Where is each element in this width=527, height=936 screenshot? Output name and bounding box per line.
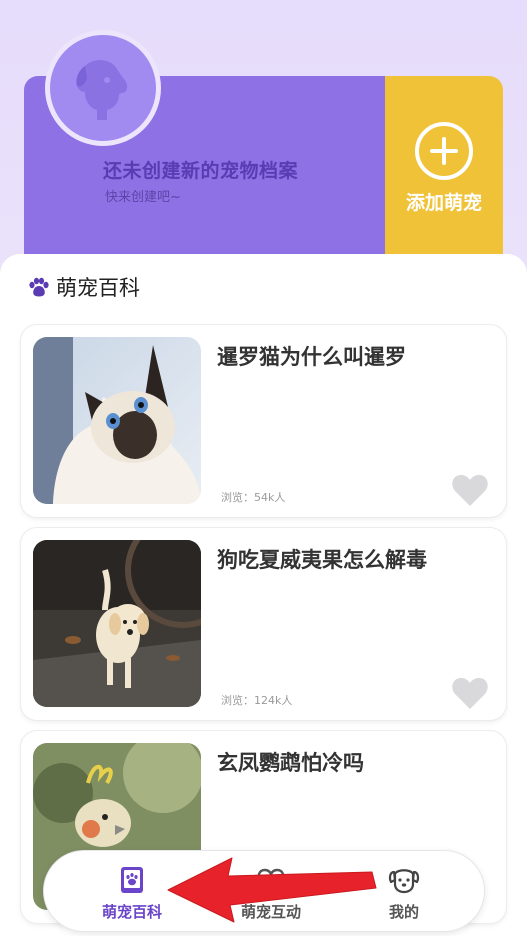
heart-icon[interactable] [451,473,489,507]
heart-icon[interactable] [451,676,489,710]
dog-silhouette-icon [76,60,128,120]
plus-circle-icon [415,122,473,180]
profile-empty-title: 还未创建新的宠物档案 [103,160,299,182]
nav-tab-interaction[interactable]: 萌宠互动 [211,865,331,922]
section-header: 萌宠百科 [28,272,140,302]
encyclopedia-panel: 萌宠百科 暹罗猫为什么叫暹罗 浏览：54k人 狗吃夏威夷果怎么解毒 浏览：124… [0,254,527,936]
nav-label-interaction: 萌宠互动 [240,903,301,921]
nav-label-mine: 我的 [388,903,419,921]
article-title: 玄凤鹦鹉怕冷吗 [217,751,364,775]
article-title: 暹罗猫为什么叫暹罗 [217,345,406,369]
dog-face-icon [388,869,420,894]
add-pet-label: 添加萌宠 [405,192,482,214]
article-title: 狗吃夏威夷果怎么解毒 [217,548,427,572]
article-card[interactable]: 狗吃夏威夷果怎么解毒 浏览：124k人 [21,528,506,720]
article-views: 浏览：54k人 [221,491,286,504]
siamese-cat-image [33,337,201,504]
app-screen: 还未创建新的宠物档案 快来创建吧~ 添加萌宠 萌宠百科 暹罗猫为什么叫暹罗 浏览… [0,0,527,936]
paw-icon [29,277,49,297]
profile-empty-subtitle: 快来创建吧~ [105,190,181,205]
nav-tab-mine[interactable]: 我的 [344,865,464,922]
bottom-nav-bar: 萌宠百科 萌宠互动 我的 [44,851,484,931]
add-pet-button[interactable]: 添加萌宠 [385,76,503,276]
pet-avatar[interactable] [45,30,161,146]
interaction-icon [257,868,285,892]
article-views: 浏览：124k人 [221,694,293,707]
nav-tab-encyclopedia[interactable]: 萌宠百科 [72,865,192,922]
nav-label-encyclopedia: 萌宠百科 [101,903,162,921]
encyclopedia-icon [121,867,143,893]
puppy-image [33,540,201,707]
section-title: 萌宠百科 [56,276,140,300]
article-card[interactable]: 暹罗猫为什么叫暹罗 浏览：54k人 [21,325,506,517]
